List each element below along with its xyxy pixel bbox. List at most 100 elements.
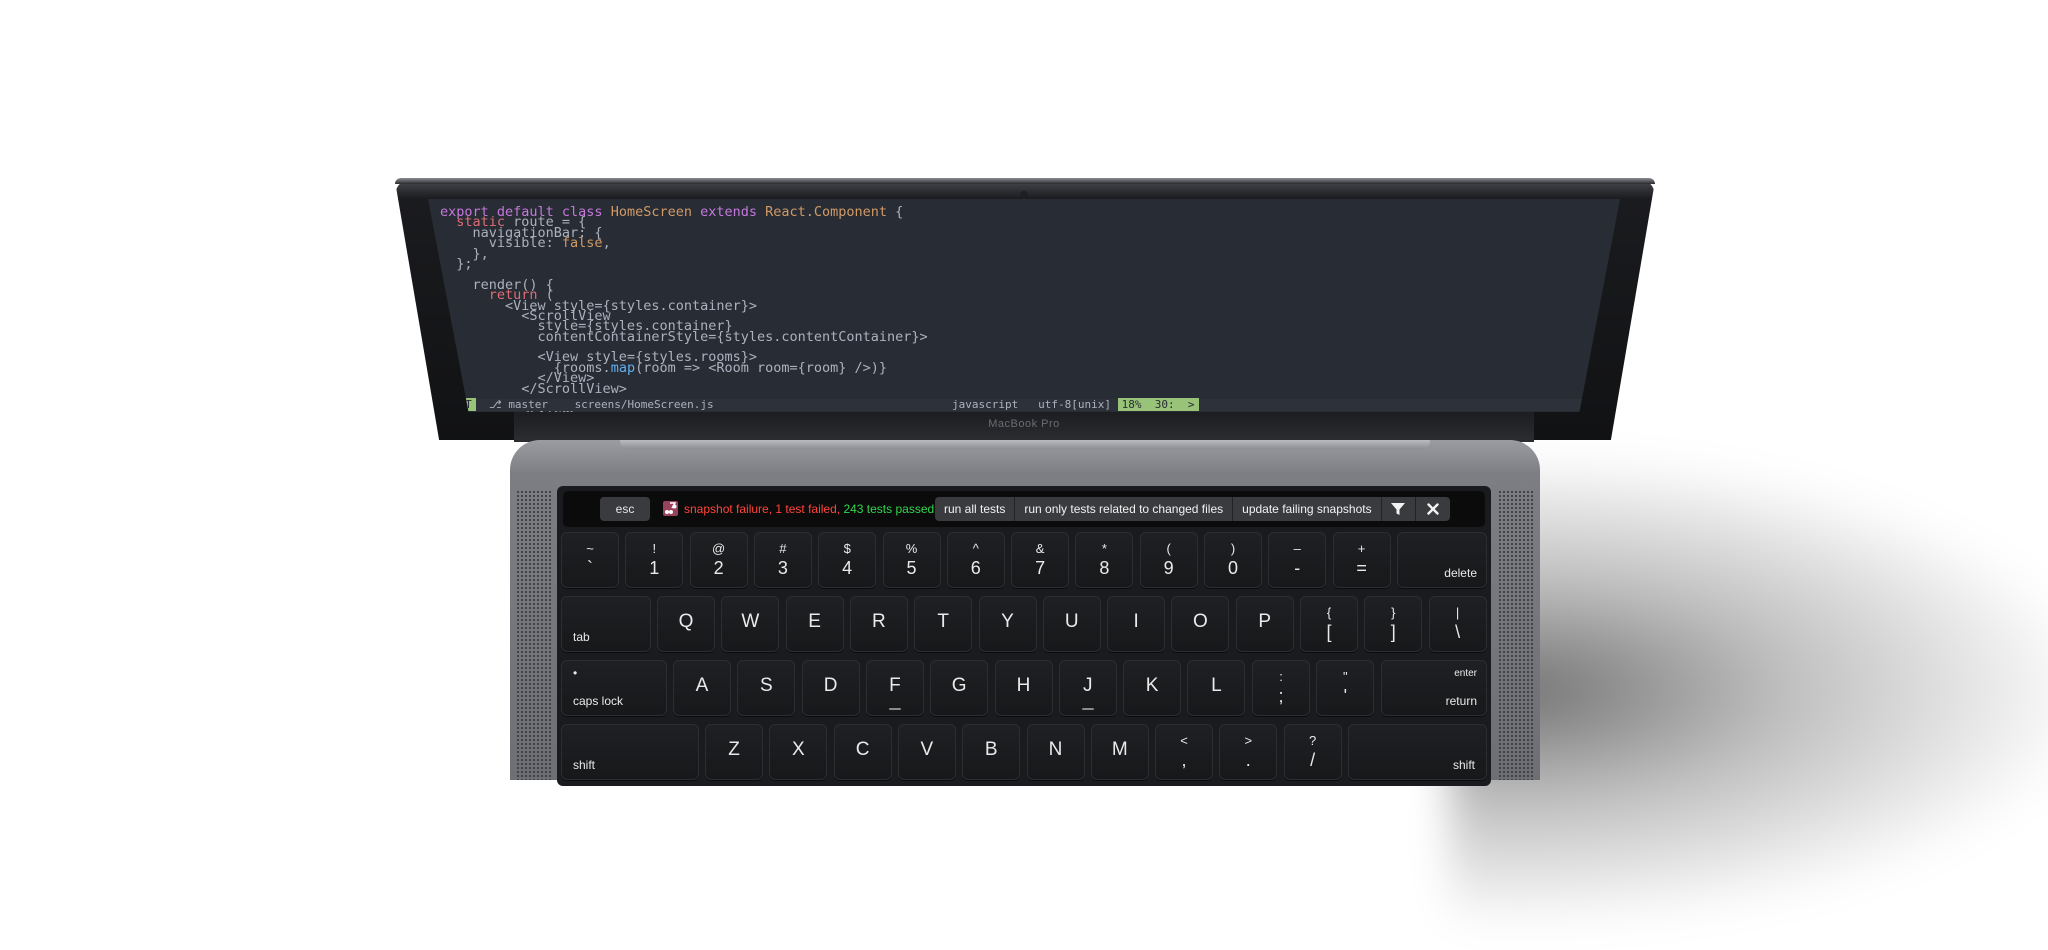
code-line: }; <box>440 255 473 272</box>
key-p[interactable]: P <box>1235 596 1294 652</box>
code-line: visible: false, <box>440 235 611 252</box>
key-a[interactable]: A <box>673 660 731 716</box>
key-label: 1 <box>649 558 660 578</box>
key-f[interactable]: F <box>865 660 924 716</box>
key-punct-0[interactable]: :; <box>1252 660 1310 716</box>
key-punct-b0[interactable]: <, <box>1155 724 1213 780</box>
key-label: = <box>1356 558 1367 578</box>
key-g[interactable]: G <box>930 660 989 716</box>
key-0[interactable]: ~ ` <box>561 532 619 588</box>
key-6[interactable]: ^ 6 <box>946 532 1005 588</box>
key-8[interactable]: * 8 <box>1075 532 1134 588</box>
run-all-tests-button[interactable]: run all tests <box>935 497 1016 521</box>
close-button[interactable] <box>1416 497 1450 521</box>
key-5[interactable]: % 5 <box>882 532 941 588</box>
key-d[interactable]: D <box>801 660 860 716</box>
key-label: ` <box>587 558 593 578</box>
key-z[interactable]: Z <box>705 724 763 780</box>
key-label: I <box>1133 611 1139 632</box>
key-label: + <box>1357 541 1366 556</box>
key-punct-b2[interactable]: ? / <box>1283 724 1342 780</box>
return-key[interactable]: enter return <box>1381 660 1487 716</box>
code-editor[interactable]: export default class HomeScreen extends … <box>440 205 928 412</box>
key-bracket-2[interactable]: | \ <box>1428 596 1487 652</box>
key-label: { <box>1326 605 1332 620</box>
file-type: javascript <box>952 398 1019 411</box>
key-label: A <box>695 675 709 696</box>
key-label: R <box>872 611 886 632</box>
key-9[interactable]: (9 <box>1139 532 1198 588</box>
key-v[interactable]: V <box>897 724 956 780</box>
key-i[interactable]: I <box>1107 596 1166 652</box>
key-label: B <box>984 739 998 760</box>
key-label: P <box>1258 611 1272 632</box>
key-label: X <box>791 739 805 760</box>
tab-key[interactable]: tab <box>561 596 651 652</box>
esc-button[interactable]: esc <box>600 497 650 521</box>
key-r[interactable]: R <box>849 596 908 652</box>
key-y[interactable]: Y <box>978 596 1037 652</box>
test-status: snapshot failure, 1 test failed, 243 tes… <box>663 497 934 521</box>
caps-lock-key[interactable]: • caps lock <box>561 660 667 716</box>
key-label: Y <box>1001 611 1014 632</box>
key-label: : <box>1279 669 1283 684</box>
key-w[interactable]: W <box>721 596 780 652</box>
code-line: contentContainerStyle={styles.contentCon… <box>440 328 928 345</box>
key-n[interactable]: N <box>1026 724 1085 780</box>
key-label: F <box>889 675 901 696</box>
key-label: N <box>1048 739 1063 760</box>
key-x[interactable]: X <box>769 724 828 780</box>
delete-key[interactable]: delete <box>1397 532 1487 588</box>
key-bracket-1[interactable]: }] <box>1364 596 1423 652</box>
key-label: - <box>1294 558 1301 578</box>
key-j[interactable]: J <box>1058 660 1117 716</box>
key-t[interactable]: T <box>914 596 973 652</box>
key-l[interactable]: L <box>1187 660 1246 716</box>
key-label: ) <box>1230 541 1236 556</box>
key-2[interactable]: @2 <box>689 532 748 588</box>
key-label: ~ <box>586 541 594 556</box>
key-label: L <box>1211 675 1222 696</box>
key-c[interactable]: C <box>833 724 892 780</box>
key-m[interactable]: M <box>1090 724 1149 780</box>
key-label: & <box>1035 541 1045 556</box>
key-bracket-0[interactable]: {[ <box>1300 596 1358 652</box>
cursor-position: 18% 30: > <box>1117 398 1199 411</box>
key-label: – <box>1293 541 1301 556</box>
key-q[interactable]: Q <box>657 596 715 652</box>
key-1[interactable]: ! 1 <box>625 532 684 588</box>
shift-right-key[interactable]: shift <box>1348 724 1487 780</box>
run-changed-tests-button[interactable]: run only tests related to changed files <box>1015 497 1234 521</box>
filter-button[interactable] <box>1382 497 1416 521</box>
key-o[interactable]: O <box>1171 596 1230 652</box>
key-label: 4 <box>842 558 853 578</box>
key-label: \ <box>1455 622 1461 642</box>
key-10[interactable]: ) 0 <box>1204 532 1262 588</box>
key-k[interactable]: K <box>1123 660 1182 716</box>
branch-icon: ⎇ <box>489 398 502 411</box>
key-12[interactable]: + = <box>1332 532 1391 588</box>
key-label: D <box>823 675 838 696</box>
key-b[interactable]: B <box>962 724 1021 780</box>
key-label: shift <box>1452 758 1475 772</box>
key-11[interactable]: – - <box>1268 532 1327 588</box>
key-label: ; <box>1278 686 1284 706</box>
update-snapshots-button[interactable]: update failing snapshots <box>1233 497 1382 521</box>
home-row-bump <box>1081 708 1094 710</box>
jest-icon <box>663 500 678 516</box>
key-u[interactable]: U <box>1042 596 1101 652</box>
key-h[interactable]: H <box>994 660 1053 716</box>
key-punct-1[interactable]: " ' <box>1316 660 1375 716</box>
key-s[interactable]: S <box>737 660 796 716</box>
key-label: Q <box>678 611 694 632</box>
key-label: " <box>1342 669 1348 684</box>
key-punct-b1[interactable]: >. <box>1219 724 1278 780</box>
key-4[interactable]: $4 <box>818 532 877 588</box>
key-label: ( <box>1166 541 1171 556</box>
key-e[interactable]: E <box>785 596 844 652</box>
key-3[interactable]: #3 <box>753 532 812 588</box>
brand-label: MacBook Pro <box>988 418 1060 430</box>
key-7[interactable]: & 7 <box>1011 532 1070 588</box>
key-label: 9 <box>1163 558 1174 578</box>
shift-left-key[interactable]: shift <box>561 724 699 780</box>
